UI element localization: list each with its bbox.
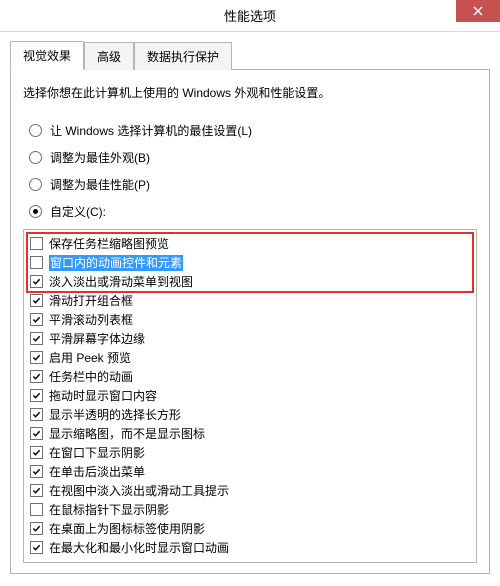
check-row-3[interactable]: 滑动打开组合框 xyxy=(28,291,472,310)
check-row-8[interactable]: 拖动时显示窗口内容 xyxy=(28,386,472,405)
checkbox[interactable] xyxy=(30,256,43,269)
check-row-14[interactable]: 在鼠标指针下显示阴影 xyxy=(28,500,472,519)
check-label: 显示缩略图，而不是显示图标 xyxy=(49,426,205,442)
radio-option-0[interactable]: 让 Windows 选择计算机的最佳设置(L) xyxy=(29,117,477,144)
checkbox[interactable] xyxy=(30,332,43,345)
checkbox[interactable] xyxy=(30,408,43,421)
panel-description: 选择你想在此计算机上使用的 Windows 外观和性能设置。 xyxy=(23,84,477,101)
checkbox[interactable] xyxy=(30,389,43,402)
check-label: 显示半透明的选择长方形 xyxy=(49,407,181,423)
radio-label: 让 Windows 选择计算机的最佳设置(L) xyxy=(50,122,252,139)
check-label: 窗口内的动画控件和元素 xyxy=(49,255,183,271)
checkbox[interactable] xyxy=(30,427,43,440)
check-label: 在鼠标指针下显示阴影 xyxy=(49,502,169,518)
check-row-12[interactable]: 在单击后淡出菜单 xyxy=(28,462,472,481)
check-label: 拖动时显示窗口内容 xyxy=(49,388,157,404)
check-row-9[interactable]: 显示半透明的选择长方形 xyxy=(28,405,472,424)
radio-option-3[interactable]: 自定义(C): xyxy=(29,198,477,225)
checkbox[interactable] xyxy=(30,351,43,364)
radio-indicator[interactable] xyxy=(29,151,42,164)
check-row-6[interactable]: 启用 Peek 预览 xyxy=(28,348,472,367)
check-label: 保存任务栏缩略图预览 xyxy=(49,236,169,252)
check-row-0[interactable]: 保存任务栏缩略图预览 xyxy=(28,234,472,253)
check-row-13[interactable]: 在视图中淡入淡出或滑动工具提示 xyxy=(28,481,472,500)
check-label: 在窗口下显示阴影 xyxy=(49,445,145,461)
checkbox[interactable] xyxy=(30,370,43,383)
radio-label: 自定义(C): xyxy=(50,203,106,220)
radio-indicator[interactable] xyxy=(29,178,42,191)
checkbox[interactable] xyxy=(30,294,43,307)
check-row-15[interactable]: 在桌面上为图标标签使用阴影 xyxy=(28,519,472,538)
close-icon xyxy=(473,6,483,16)
checkbox[interactable] xyxy=(30,275,43,288)
check-label: 在桌面上为图标标签使用阴影 xyxy=(49,521,205,537)
checkbox[interactable] xyxy=(30,237,43,250)
checkbox[interactable] xyxy=(30,465,43,478)
tab-1[interactable]: 高级 xyxy=(84,42,134,70)
check-label: 任务栏中的动画 xyxy=(49,369,133,385)
radio-option-1[interactable]: 调整为最佳外观(B) xyxy=(29,144,477,171)
check-label: 平滑滚动列表框 xyxy=(49,312,133,328)
checkbox[interactable] xyxy=(30,313,43,326)
check-label: 平滑屏幕字体边缘 xyxy=(49,331,145,347)
radio-indicator[interactable] xyxy=(29,205,42,218)
checkbox[interactable] xyxy=(30,503,43,516)
radio-label: 调整为最佳外观(B) xyxy=(50,149,150,166)
tab-2[interactable]: 数据执行保护 xyxy=(134,42,232,70)
tab-strip: 视觉效果高级数据执行保护 xyxy=(10,40,490,70)
checkbox[interactable] xyxy=(30,541,43,554)
checkbox[interactable] xyxy=(30,446,43,459)
check-label: 滑动打开组合框 xyxy=(49,293,133,309)
effects-checklist[interactable]: 保存任务栏缩略图预览窗口内的动画控件和元素淡入淡出或滑动菜单到视图滑动打开组合框… xyxy=(23,229,477,563)
check-row-2[interactable]: 淡入淡出或滑动菜单到视图 xyxy=(28,272,472,291)
close-button[interactable] xyxy=(456,0,500,22)
radio-label: 调整为最佳性能(P) xyxy=(50,176,150,193)
check-row-16[interactable]: 在最大化和最小化时显示窗口动画 xyxy=(28,538,472,557)
radio-option-2[interactable]: 调整为最佳性能(P) xyxy=(29,171,477,198)
check-row-4[interactable]: 平滑滚动列表框 xyxy=(28,310,472,329)
check-label: 在最大化和最小化时显示窗口动画 xyxy=(49,540,229,556)
check-row-1[interactable]: 窗口内的动画控件和元素 xyxy=(28,253,472,272)
radio-group: 让 Windows 选择计算机的最佳设置(L) 调整为最佳外观(B) 调整为最佳性能… xyxy=(29,117,477,225)
check-label: 在视图中淡入淡出或滑动工具提示 xyxy=(49,483,229,499)
tab-panel-visual-effects: 选择你想在此计算机上使用的 Windows 外观和性能设置。 让 Windows… xyxy=(10,70,490,574)
check-label: 淡入淡出或滑动菜单到视图 xyxy=(49,274,193,290)
check-row-11[interactable]: 在窗口下显示阴影 xyxy=(28,443,472,462)
titlebar: 性能选项 xyxy=(0,0,500,32)
check-row-10[interactable]: 显示缩略图，而不是显示图标 xyxy=(28,424,472,443)
radio-indicator[interactable] xyxy=(29,124,42,137)
tab-0[interactable]: 视觉效果 xyxy=(10,41,84,70)
content-area: 视觉效果高级数据执行保护 选择你想在此计算机上使用的 Windows 外观和性能… xyxy=(0,32,500,574)
check-row-5[interactable]: 平滑屏幕字体边缘 xyxy=(28,329,472,348)
checkbox[interactable] xyxy=(30,522,43,535)
annotation-highlight-box: 保存任务栏缩略图预览窗口内的动画控件和元素淡入淡出或滑动菜单到视图 xyxy=(26,232,474,293)
checkbox[interactable] xyxy=(30,484,43,497)
check-label: 启用 Peek 预览 xyxy=(49,350,131,366)
check-row-7[interactable]: 任务栏中的动画 xyxy=(28,367,472,386)
check-label: 在单击后淡出菜单 xyxy=(49,464,145,480)
window-title: 性能选项 xyxy=(224,6,276,25)
